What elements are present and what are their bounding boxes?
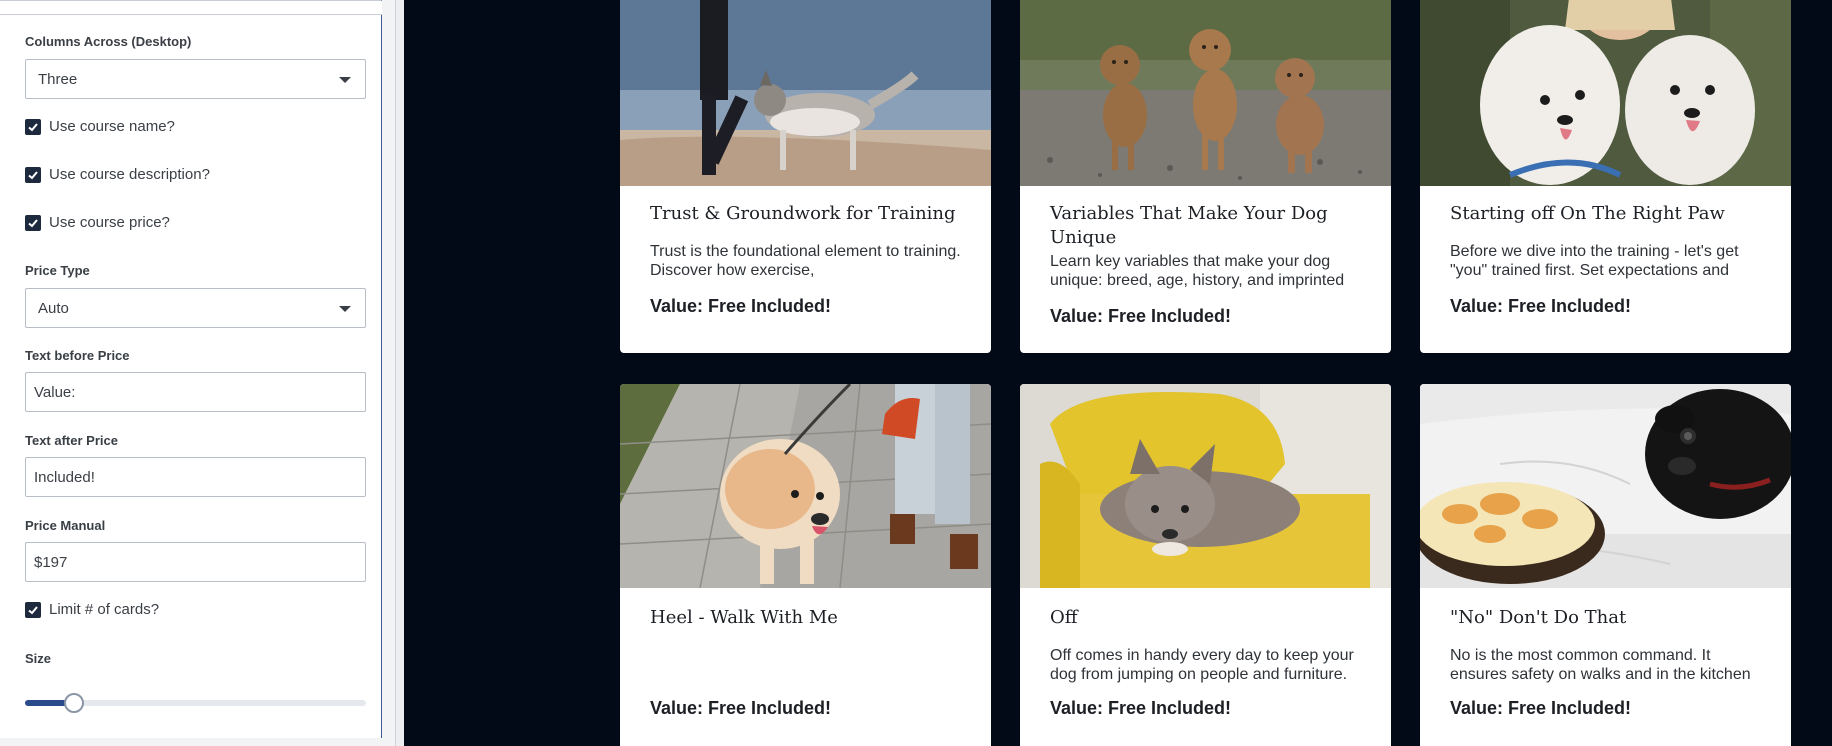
- size-slider-thumb[interactable]: [64, 693, 84, 713]
- course-price: Value: Free Included!: [1050, 306, 1232, 326]
- text-before-price-input[interactable]: [25, 372, 366, 412]
- check-icon: [28, 171, 38, 180]
- course-description: Off comes in handy every day to keep you…: [1050, 647, 1354, 683]
- course-price: Value: Free Included!: [1050, 698, 1232, 718]
- price-type-select-value: Auto: [38, 300, 69, 317]
- course-title[interactable]: Variables That Make Your Dog Unique: [1050, 202, 1370, 250]
- use-course-name-checkbox[interactable]: [25, 119, 41, 135]
- course-price: Value: Free Included!: [1450, 296, 1632, 316]
- settings-panel: Columns Across (Desktop) Three Use cours…: [0, 0, 382, 738]
- course-title[interactable]: "No" Don't Do That: [1450, 606, 1770, 630]
- course-image-dog-on-yellow-chair: [1020, 384, 1391, 588]
- course-image-three-puppies: [1020, 0, 1391, 186]
- price-type-label: Price Type: [25, 263, 90, 278]
- chevron-down-icon: [339, 77, 351, 83]
- course-image-person-walking-husky: [620, 0, 991, 186]
- course-description: Before we dive into the training - let's…: [1450, 243, 1739, 279]
- course-card[interactable]: "No" Don't Do That No is the most common…: [1420, 384, 1791, 746]
- panel-header-strip: [0, 1, 382, 15]
- use-course-description-label: Use course description?: [49, 166, 210, 183]
- use-course-price-label: Use course price?: [49, 214, 170, 231]
- course-image-golden-retriever-on-leash: [620, 384, 991, 588]
- course-image-woman-hugging-samoyeds: [1420, 0, 1791, 186]
- course-price: Value: Free Included!: [650, 698, 832, 718]
- text-before-price-label: Text before Price: [25, 348, 130, 363]
- course-title[interactable]: Heel - Walk With Me: [650, 606, 970, 630]
- settings-sidebar: Columns Across (Desktop) Three Use cours…: [0, 0, 404, 746]
- size-label: Size: [25, 651, 52, 666]
- course-card[interactable]: Variables That Make Your Dog Unique Lear…: [1020, 0, 1391, 353]
- text-after-price-input[interactable]: [25, 457, 366, 497]
- course-price: Value: Free Included!: [650, 296, 832, 316]
- sidebar-resize-strip[interactable]: [395, 0, 404, 746]
- price-type-select[interactable]: Auto: [25, 288, 366, 328]
- limit-cards-checkbox[interactable]: [25, 602, 41, 618]
- course-description: Trust is the foundational element to tra…: [650, 243, 961, 279]
- check-icon: [28, 219, 38, 228]
- course-description: No is the most common command. It ensure…: [1450, 647, 1751, 683]
- course-image-pug-looking-at-pie: [1420, 384, 1791, 588]
- use-course-name-label: Use course name?: [49, 118, 175, 135]
- check-icon: [28, 606, 38, 615]
- use-course-price-checkbox[interactable]: [25, 215, 41, 231]
- columns-select[interactable]: Three: [25, 59, 366, 99]
- check-icon: [28, 123, 38, 132]
- limit-cards-label: Limit # of cards?: [49, 601, 160, 618]
- course-card[interactable]: Trust & Groundwork for Training Trust is…: [620, 0, 991, 353]
- columns-label: Columns Across (Desktop): [25, 34, 192, 49]
- course-description: Learn key variables that make your dog u…: [1050, 253, 1345, 289]
- course-card[interactable]: Off Off comes in handy every day to keep…: [1020, 384, 1391, 746]
- text-after-price-label: Text after Price: [25, 433, 118, 448]
- price-manual-input[interactable]: [25, 542, 366, 582]
- course-card[interactable]: Starting off On The Right Paw Before we …: [1420, 0, 1791, 353]
- course-price: Value: Free Included!: [1450, 698, 1632, 718]
- columns-select-value: Three: [38, 71, 78, 88]
- course-title[interactable]: Trust & Groundwork for Training: [650, 202, 970, 226]
- use-course-description-checkbox[interactable]: [25, 167, 41, 183]
- course-title[interactable]: Off: [1050, 606, 1370, 630]
- size-slider[interactable]: [25, 693, 366, 713]
- course-card[interactable]: Heel - Walk With Me Value: Free Included…: [620, 384, 991, 746]
- course-title[interactable]: Starting off On The Right Paw: [1450, 202, 1770, 226]
- price-manual-label: Price Manual: [25, 518, 106, 533]
- chevron-down-icon: [339, 306, 351, 312]
